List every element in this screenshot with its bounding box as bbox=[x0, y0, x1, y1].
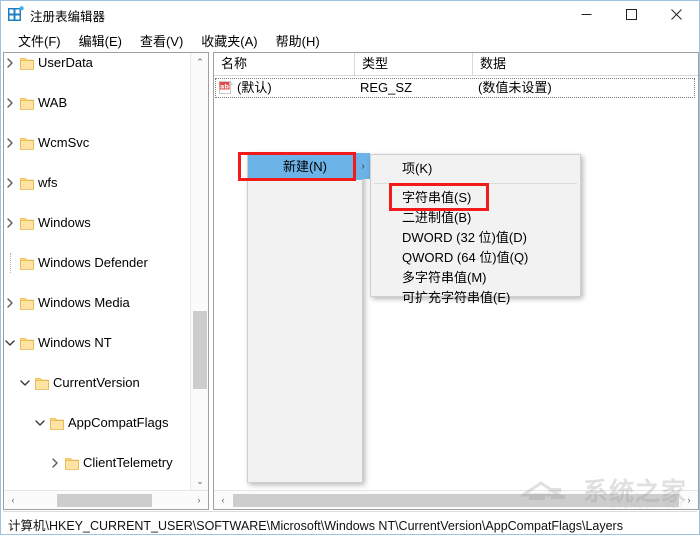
submenu-arrow-icon[interactable]: › bbox=[356, 153, 370, 179]
tree-horizontal-scrollbar[interactable]: ‹ › bbox=[4, 490, 208, 509]
menu-separator bbox=[374, 183, 577, 184]
tree-hscroll-thumb[interactable] bbox=[57, 494, 152, 507]
tree-item-wfs[interactable]: wfs bbox=[4, 173, 190, 193]
chevron-right-icon[interactable] bbox=[4, 217, 16, 229]
tree-item-windows[interactable]: Windows bbox=[4, 213, 190, 233]
folder-icon bbox=[20, 136, 34, 150]
row-focus-outline bbox=[215, 78, 695, 98]
tree-item-userdata[interactable]: UserData bbox=[4, 53, 190, 73]
cell-value-name: (默认) bbox=[237, 80, 272, 95]
tree-item-label: WAB bbox=[38, 95, 68, 110]
folder-icon bbox=[20, 176, 34, 190]
scroll-up-icon[interactable]: ⌃ bbox=[191, 53, 208, 71]
tree-item-label: UserData bbox=[38, 55, 93, 70]
cell-value-type: REG_SZ bbox=[360, 80, 413, 95]
folder-icon bbox=[20, 96, 34, 110]
table-row[interactable]: ab (默认) REG_SZ (数值未设置) bbox=[214, 77, 698, 99]
ab-string-icon: ab bbox=[219, 80, 234, 95]
column-header-type[interactable]: 类型 bbox=[355, 53, 473, 75]
menu-new-binary-value[interactable]: 二进制值(B) bbox=[371, 208, 580, 228]
folder-icon bbox=[65, 456, 79, 470]
tree-item-windows-defender[interactable]: Windows Defender bbox=[4, 253, 190, 273]
folder-icon bbox=[20, 216, 34, 230]
tree-vscroll-thumb[interactable] bbox=[193, 311, 207, 389]
tree-item-label: Windows bbox=[38, 215, 91, 230]
tree-item-label: ClientTelemetry bbox=[83, 455, 173, 470]
chevron-right-icon[interactable] bbox=[4, 97, 16, 109]
tree-item-label: WcmSvc bbox=[38, 135, 90, 150]
context-submenu: 项(K) 字符串值(S) 二进制值(B) DWORD (32 位)值(D) QW… bbox=[370, 154, 581, 305]
chevron-right-icon[interactable] bbox=[4, 57, 16, 69]
tree-item-label: Windows NT bbox=[38, 335, 112, 350]
regedit-icon bbox=[8, 6, 24, 22]
tree-guide-line bbox=[10, 253, 11, 273]
list-horizontal-scrollbar[interactable]: ‹ › bbox=[214, 490, 698, 509]
scroll-down-icon[interactable]: ⌄ bbox=[191, 472, 208, 490]
window-controls bbox=[564, 1, 699, 28]
chevron-right-icon[interactable] bbox=[4, 137, 16, 149]
menu-help[interactable]: 帮助(H) bbox=[267, 29, 329, 52]
folder-icon bbox=[35, 376, 49, 390]
list-scroll-left-icon[interactable]: ‹ bbox=[214, 491, 232, 509]
maximize-button[interactable] bbox=[609, 1, 654, 28]
menu-favorites[interactable]: 收藏夹(A) bbox=[192, 29, 266, 52]
chevron-right-icon[interactable] bbox=[49, 457, 61, 469]
registry-editor-window: 注册表编辑器 文件(F) 编辑(E) 查看(V) 收藏夹(A) 帮助(H) Us… bbox=[0, 0, 700, 535]
registry-tree[interactable]: UserData WAB WcmSvc wfs Windows Windows Defen… bbox=[4, 53, 190, 490]
menu-new-dword-value[interactable]: DWORD (32 位)值(D) bbox=[371, 228, 580, 248]
tree-item-wcmsvc[interactable]: WcmSvc bbox=[4, 133, 190, 153]
tree-item-label: Windows Media bbox=[38, 295, 130, 310]
context-menu-new-label: 新建(N) bbox=[282, 159, 328, 174]
chevron-down-icon[interactable] bbox=[4, 337, 16, 349]
tree-item-windows-media[interactable]: Windows Media bbox=[4, 293, 190, 313]
status-bar: 计算机\HKEY_CURRENT_USER\SOFTWARE\Microsoft… bbox=[3, 511, 697, 533]
menu-new-multi-string-value[interactable]: 多字符串值(M) bbox=[371, 268, 580, 288]
folder-icon bbox=[20, 256, 34, 270]
close-button[interactable] bbox=[654, 1, 699, 28]
menu-new-key[interactable]: 项(K) bbox=[371, 159, 580, 179]
menu-file[interactable]: 文件(F) bbox=[9, 29, 70, 52]
column-header-data[interactable]: 数据 bbox=[473, 53, 698, 75]
tree-vertical-scrollbar[interactable]: ⌃ ⌄ bbox=[190, 53, 208, 490]
tree-pane: UserData WAB WcmSvc wfs Windows Windows Defen… bbox=[3, 52, 209, 510]
listview-header: 名称 类型 数据 bbox=[214, 53, 698, 76]
column-header-name[interactable]: 名称 bbox=[214, 53, 355, 75]
list-scroll-right-icon[interactable]: › bbox=[680, 491, 698, 509]
status-path: 计算机\HKEY_CURRENT_USER\SOFTWARE\Microsoft… bbox=[8, 519, 623, 533]
menu-edit[interactable]: 编辑(E) bbox=[70, 29, 131, 52]
tree-item-clienttelemetry[interactable]: ClientTelemetry bbox=[4, 453, 190, 473]
menu-new-string-value[interactable]: 字符串值(S) bbox=[371, 188, 580, 208]
scroll-left-icon[interactable]: ‹ bbox=[4, 491, 22, 509]
chevron-right-icon[interactable] bbox=[4, 297, 16, 309]
tree-item-label: Windows Defender bbox=[38, 255, 148, 270]
menu-new-expandable-string-value[interactable]: 可扩充字符串值(E) bbox=[371, 288, 580, 308]
menu-view[interactable]: 查看(V) bbox=[131, 29, 192, 52]
chevron-down-icon[interactable] bbox=[19, 377, 31, 389]
chevron-down-icon[interactable] bbox=[34, 417, 46, 429]
tree-item-windows-nt[interactable]: Windows NT bbox=[4, 333, 190, 353]
tree-item-label: wfs bbox=[38, 175, 58, 190]
menu-bar: 文件(F) 编辑(E) 查看(V) 收藏夹(A) 帮助(H) bbox=[1, 28, 699, 52]
folder-icon bbox=[50, 416, 64, 430]
context-menu: 新建(N) bbox=[247, 153, 363, 483]
list-hscroll-thumb[interactable] bbox=[233, 494, 679, 507]
chevron-right-icon[interactable] bbox=[4, 177, 16, 189]
folder-icon bbox=[20, 296, 34, 310]
tree-item-label: AppCompatFlags bbox=[68, 415, 169, 430]
folder-icon bbox=[20, 56, 34, 70]
svg-text:ab: ab bbox=[220, 82, 229, 90]
menu-new-qword-value[interactable]: QWORD (64 位)值(Q) bbox=[371, 248, 580, 268]
tree-item-currentversion[interactable]: CurrentVersion bbox=[4, 373, 190, 393]
window-title: 注册表编辑器 bbox=[30, 10, 106, 24]
minimize-button[interactable] bbox=[564, 1, 609, 28]
tree-item-label: CurrentVersion bbox=[53, 375, 140, 390]
folder-icon bbox=[20, 336, 34, 350]
scroll-right-icon[interactable]: › bbox=[190, 491, 208, 509]
context-menu-item-new[interactable]: 新建(N) bbox=[248, 154, 362, 180]
tree-item-wab[interactable]: WAB bbox=[4, 93, 190, 113]
title-bar: 注册表编辑器 bbox=[1, 1, 699, 28]
tree-item-appcompatflags[interactable]: AppCompatFlags bbox=[4, 413, 190, 433]
cell-value-data: (数值未设置) bbox=[478, 80, 552, 95]
